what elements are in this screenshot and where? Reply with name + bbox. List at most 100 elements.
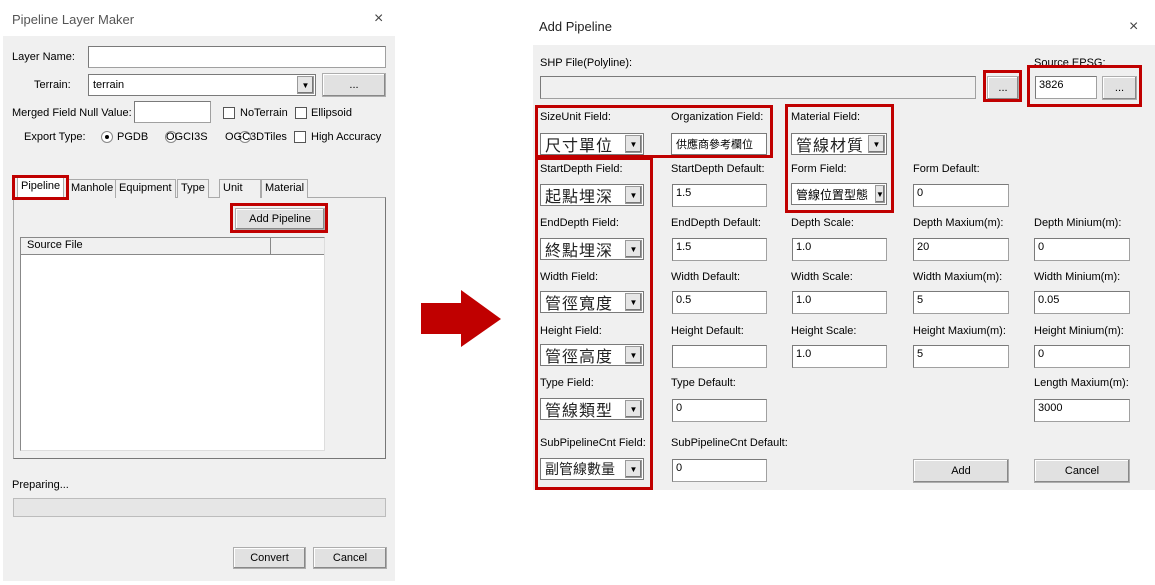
width-default-input[interactable]: 0.5 xyxy=(672,291,767,314)
left-close-icon[interactable]: × xyxy=(374,11,383,27)
height-value: 管徑高度 xyxy=(545,349,614,366)
high-accuracy-label: High Accuracy xyxy=(311,131,382,143)
left-dialog-title: Pipeline Layer Maker xyxy=(12,12,135,27)
form-select[interactable]: 管線位置型態 ▼ xyxy=(791,183,887,205)
organization-value: 供應商參考欄位 xyxy=(676,139,753,151)
width-scale-input[interactable]: 1.0 xyxy=(792,291,887,314)
organization-select[interactable]: 供應商參考欄位 xyxy=(671,133,767,155)
merged-null-label: Merged Field Null Value: xyxy=(12,107,132,119)
shp-browse-button[interactable]: ... xyxy=(987,76,1019,100)
form-label: Form Field: xyxy=(791,163,847,175)
ellipsoid-checkbox[interactable] xyxy=(295,107,307,119)
type-select[interactable]: 管線類型 ▼ xyxy=(540,398,644,420)
add-pipeline-button[interactable]: Add Pipeline xyxy=(235,208,325,230)
convert-button[interactable]: Convert xyxy=(233,547,306,569)
terrain-select[interactable]: terrain ▼ xyxy=(88,74,316,96)
progress-bar xyxy=(13,498,386,517)
tab-type[interactable]: Type xyxy=(177,179,209,198)
depth-scale-input[interactable]: 1.0 xyxy=(792,238,887,261)
width-select[interactable]: 管徑寬度 ▼ xyxy=(540,291,644,313)
tab-manhole[interactable]: Manhole xyxy=(67,179,118,198)
height-scale-label: Height Scale: xyxy=(791,325,857,337)
shp-file-input[interactable] xyxy=(540,76,976,99)
chevron-down-icon[interactable]: ▼ xyxy=(625,346,642,364)
export-pgdb-radio[interactable] xyxy=(101,131,113,144)
chevron-down-icon[interactable]: ▼ xyxy=(625,400,642,418)
enddepth-default-input[interactable]: 1.5 xyxy=(672,238,767,261)
right-close-icon[interactable]: × xyxy=(1129,19,1138,35)
subpipe-value: 副管線數量 xyxy=(545,461,615,477)
epsg-browse-button[interactable]: ... xyxy=(1102,76,1137,100)
height-scale-input[interactable]: 1.0 xyxy=(792,345,887,368)
depth-max-input[interactable]: 20 xyxy=(913,238,1009,261)
enddepth-select[interactable]: 終點埋深 ▼ xyxy=(540,238,644,260)
depth-min-input[interactable]: 0 xyxy=(1034,238,1130,261)
source-file-list[interactable]: Source File xyxy=(20,237,325,451)
form-default-input[interactable]: 0 xyxy=(913,184,1009,207)
sizeunit-value: 尺寸單位 xyxy=(545,138,614,155)
terrain-label: Terrain: xyxy=(34,79,71,91)
chevron-down-icon[interactable]: ▼ xyxy=(625,186,642,204)
tab-unit[interactable]: Unit xyxy=(219,179,261,198)
width-max-label: Width Maxium(m): xyxy=(913,271,1003,283)
startdepth-select[interactable]: 起點埋深 ▼ xyxy=(540,184,644,206)
subpipe-default-input[interactable]: 0 xyxy=(672,459,767,482)
layer-name-label: Layer Name: xyxy=(12,51,75,63)
epsg-label: Source EPSG: xyxy=(1034,57,1106,69)
list-header: Source File xyxy=(21,238,324,255)
tab-equipment[interactable]: Equipment xyxy=(115,179,176,198)
tab-pipeline[interactable]: Pipeline xyxy=(17,177,65,198)
merged-null-input[interactable] xyxy=(134,101,211,123)
material-select[interactable]: 管線材質 ▼ xyxy=(791,133,887,155)
material-label: Material Field: xyxy=(791,111,861,123)
layer-name-input[interactable] xyxy=(88,46,386,68)
export-type-label: Export Type: xyxy=(24,131,86,143)
width-max-input[interactable]: 5 xyxy=(913,291,1009,314)
shp-file-label: SHP File(Polyline): xyxy=(540,57,633,69)
depth-scale-label: Depth Scale: xyxy=(791,217,854,229)
chevron-down-icon[interactable]: ▼ xyxy=(875,185,885,203)
export-ogc3dtiles-label: OGC3DTiles xyxy=(225,131,287,143)
left-cancel-button[interactable]: Cancel xyxy=(313,547,387,569)
organization-label: Organization Field: xyxy=(671,111,764,123)
length-max-input[interactable]: 3000 xyxy=(1034,399,1130,422)
depth-max-label: Depth Maxium(m): xyxy=(913,217,1004,229)
terrain-select-value: terrain xyxy=(93,79,125,91)
width-min-input[interactable]: 0.05 xyxy=(1034,291,1130,314)
height-select[interactable]: 管徑高度 ▼ xyxy=(540,344,644,366)
noterrain-checkbox[interactable] xyxy=(223,107,235,119)
startdepth-default-label: StartDepth Default: xyxy=(671,163,765,175)
chevron-down-icon[interactable]: ▼ xyxy=(625,135,642,153)
high-accuracy-checkbox[interactable] xyxy=(294,131,306,143)
column-source-file[interactable]: Source File xyxy=(21,238,271,254)
height-min-input[interactable]: 0 xyxy=(1034,345,1130,368)
width-scale-label: Width Scale: xyxy=(791,271,853,283)
chevron-down-icon[interactable]: ▼ xyxy=(625,293,642,311)
height-default-input[interactable] xyxy=(672,345,767,368)
form-default-label: Form Default: xyxy=(913,163,980,175)
subpipe-select[interactable]: 副管線數量 ▼ xyxy=(540,458,644,480)
right-cancel-button[interactable]: Cancel xyxy=(1034,459,1130,483)
chevron-down-icon[interactable]: ▼ xyxy=(625,460,642,478)
type-default-input[interactable]: 0 xyxy=(672,399,767,422)
column-extra[interactable] xyxy=(271,238,324,254)
width-value: 管徑寬度 xyxy=(545,296,614,313)
startdepth-label: StartDepth Field: xyxy=(540,163,623,175)
height-label: Height Field: xyxy=(540,325,602,337)
add-button[interactable]: Add xyxy=(913,459,1009,483)
height-max-input[interactable]: 5 xyxy=(913,345,1009,368)
startdepth-default-input[interactable]: 1.5 xyxy=(672,184,767,207)
length-max-label: Length Maxium(m): xyxy=(1034,377,1129,389)
sizeunit-select[interactable]: 尺寸單位 ▼ xyxy=(540,133,644,155)
chevron-down-icon[interactable]: ▼ xyxy=(297,76,314,94)
type-value: 管線類型 xyxy=(545,403,614,420)
status-text: Preparing... xyxy=(12,479,69,491)
terrain-browse-button[interactable]: ... xyxy=(322,73,386,97)
export-ogci3s-label: OGCI3S xyxy=(166,131,208,143)
type-label: Type Field: xyxy=(540,377,594,389)
chevron-down-icon[interactable]: ▼ xyxy=(625,240,642,258)
chevron-down-icon[interactable]: ▼ xyxy=(868,135,885,153)
tab-material[interactable]: Material xyxy=(261,179,309,198)
enddepth-default-label: EndDepth Default: xyxy=(671,217,761,229)
epsg-input[interactable]: 3826 xyxy=(1035,76,1097,99)
